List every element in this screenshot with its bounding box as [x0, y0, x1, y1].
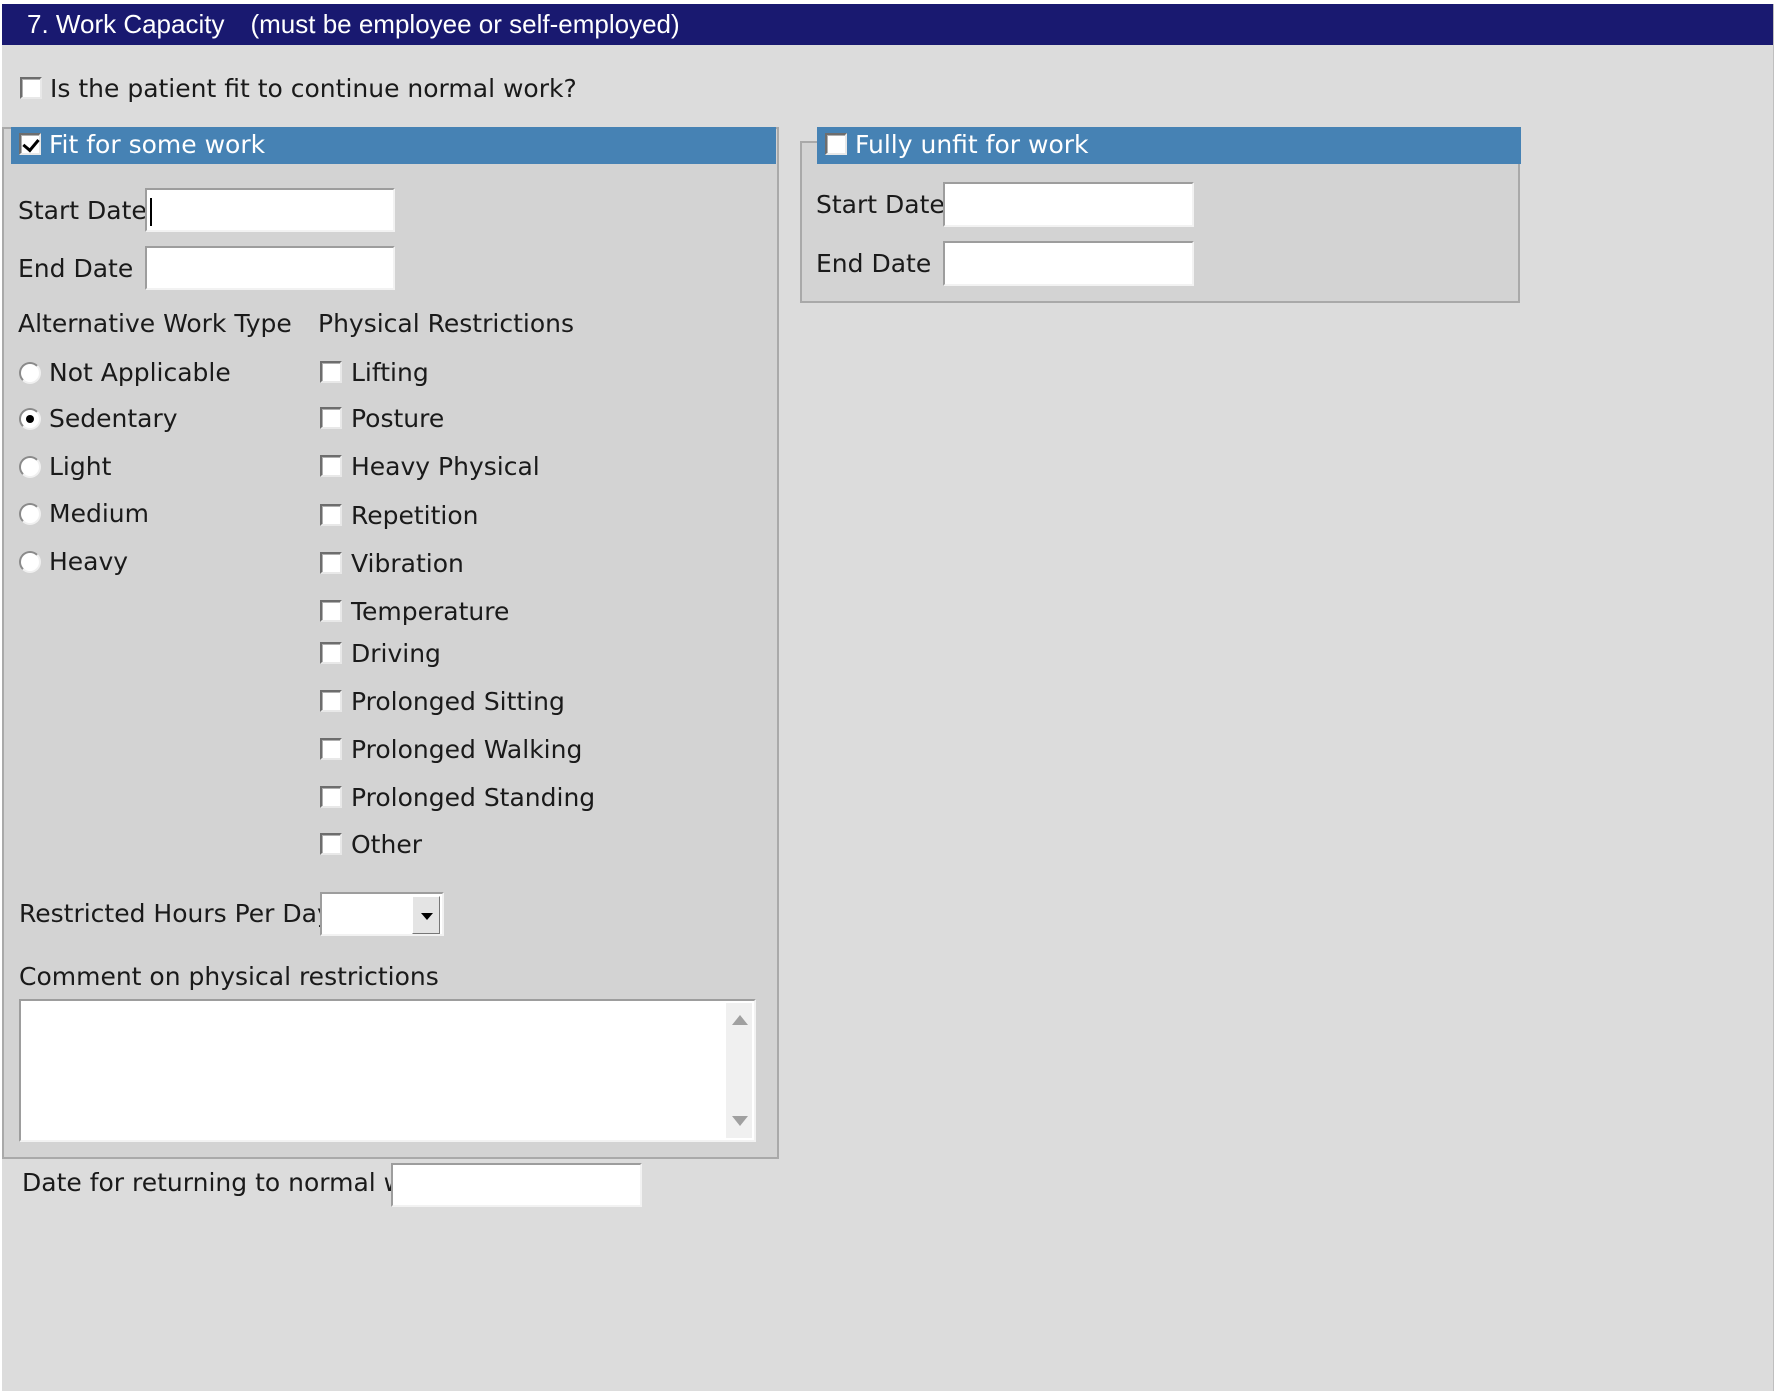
radio-sedentary[interactable]: [19, 408, 41, 430]
restriction-driving-checkbox[interactable]: [320, 642, 342, 664]
scroll-down-icon[interactable]: [732, 1116, 748, 1126]
restriction-repetition-checkbox[interactable]: [320, 504, 342, 526]
fit-some-checkbox[interactable]: [19, 133, 41, 155]
restriction-prolonged-sitting-checkbox[interactable]: [320, 690, 342, 712]
radio-label-sedentary: Sedentary: [49, 404, 178, 433]
restriction-temperature-checkbox[interactable]: [320, 600, 342, 622]
comment-scrollbar[interactable]: [726, 1003, 752, 1138]
restriction-other-label: Other: [351, 830, 422, 859]
comment-label: Comment on physical restrictions: [19, 962, 439, 991]
restriction-prolonged-standing-label: Prolonged Standing: [351, 783, 596, 812]
restriction-prolonged-walking-checkbox[interactable]: [320, 738, 342, 760]
restriction-prolonged-standing-checkbox[interactable]: [320, 786, 342, 808]
radio-not-applicable[interactable]: [19, 362, 41, 384]
radio-light[interactable]: [19, 456, 41, 478]
alt-work-type-heading: Alternative Work Type: [18, 309, 292, 338]
restriction-temperature-label: Temperature: [351, 597, 510, 626]
fully-unfit-label: Fully unfit for work: [855, 130, 1089, 159]
fit-some-label: Fit for some work: [49, 130, 266, 159]
fit-normal-label: Is the patient fit to continue normal wo…: [50, 74, 577, 103]
fit-some-end-date-label: End Date: [18, 254, 134, 283]
fully-unfit-header: Fully unfit for work: [817, 127, 1521, 164]
chevron-down-icon[interactable]: [412, 896, 440, 934]
radio-label-light: Light: [49, 452, 112, 481]
restriction-lifting-label: Lifting: [351, 358, 429, 387]
restriction-other-checkbox[interactable]: [320, 833, 342, 855]
section-title-bar: 7. Work Capacity (must be employee or sel…: [2, 4, 1773, 45]
radio-label-not-applicable: Not Applicable: [49, 358, 231, 387]
restricted-hours-select[interactable]: [320, 892, 444, 936]
physical-restrictions-heading: Physical Restrictions: [318, 309, 574, 338]
radio-medium[interactable]: [19, 503, 41, 525]
fully-unfit-end-date-label: End Date: [816, 249, 932, 278]
restriction-heavy-physical-checkbox[interactable]: [320, 455, 342, 477]
restricted-hours-label: Restricted Hours Per Day: [19, 899, 332, 928]
fully-unfit-end-date-field[interactable]: [943, 241, 1194, 286]
restriction-prolonged-walking-label: Prolonged Walking: [351, 735, 583, 764]
fit-normal-checkbox[interactable]: [20, 77, 42, 99]
comment-textarea[interactable]: [19, 999, 756, 1142]
fully-unfit-start-date-field[interactable]: [943, 182, 1194, 227]
restriction-lifting-checkbox[interactable]: [320, 361, 342, 383]
restriction-repetition-label: Repetition: [351, 501, 479, 530]
text-caret: [150, 198, 152, 226]
fit-some-end-date-field[interactable]: [145, 246, 395, 290]
return-date-field[interactable]: [391, 1163, 642, 1207]
fully-unfit-start-date-label: Start Date: [816, 190, 945, 219]
restriction-driving-label: Driving: [351, 639, 441, 668]
radio-heavy[interactable]: [19, 551, 41, 573]
radio-label-heavy: Heavy: [49, 547, 129, 576]
restriction-prolonged-sitting-label: Prolonged Sitting: [351, 687, 565, 716]
radio-label-medium: Medium: [49, 499, 149, 528]
restriction-posture-label: Posture: [351, 404, 445, 433]
section-subtitle: (must be employee or self-employed): [250, 9, 680, 39]
scroll-up-icon[interactable]: [732, 1015, 748, 1025]
restriction-vibration-checkbox[interactable]: [320, 552, 342, 574]
section-title: 7. Work Capacity: [27, 9, 225, 39]
fit-some-start-date-label: Start Date: [18, 196, 147, 225]
restriction-heavy-physical-label: Heavy Physical: [351, 452, 540, 481]
fully-unfit-checkbox[interactable]: [825, 133, 847, 155]
restriction-posture-checkbox[interactable]: [320, 407, 342, 429]
fit-some-header: Fit for some work: [11, 127, 776, 164]
restriction-vibration-label: Vibration: [351, 549, 464, 578]
return-date-label: Date for returning to normal work: [22, 1168, 445, 1197]
fit-some-start-date-field[interactable]: [145, 188, 395, 232]
